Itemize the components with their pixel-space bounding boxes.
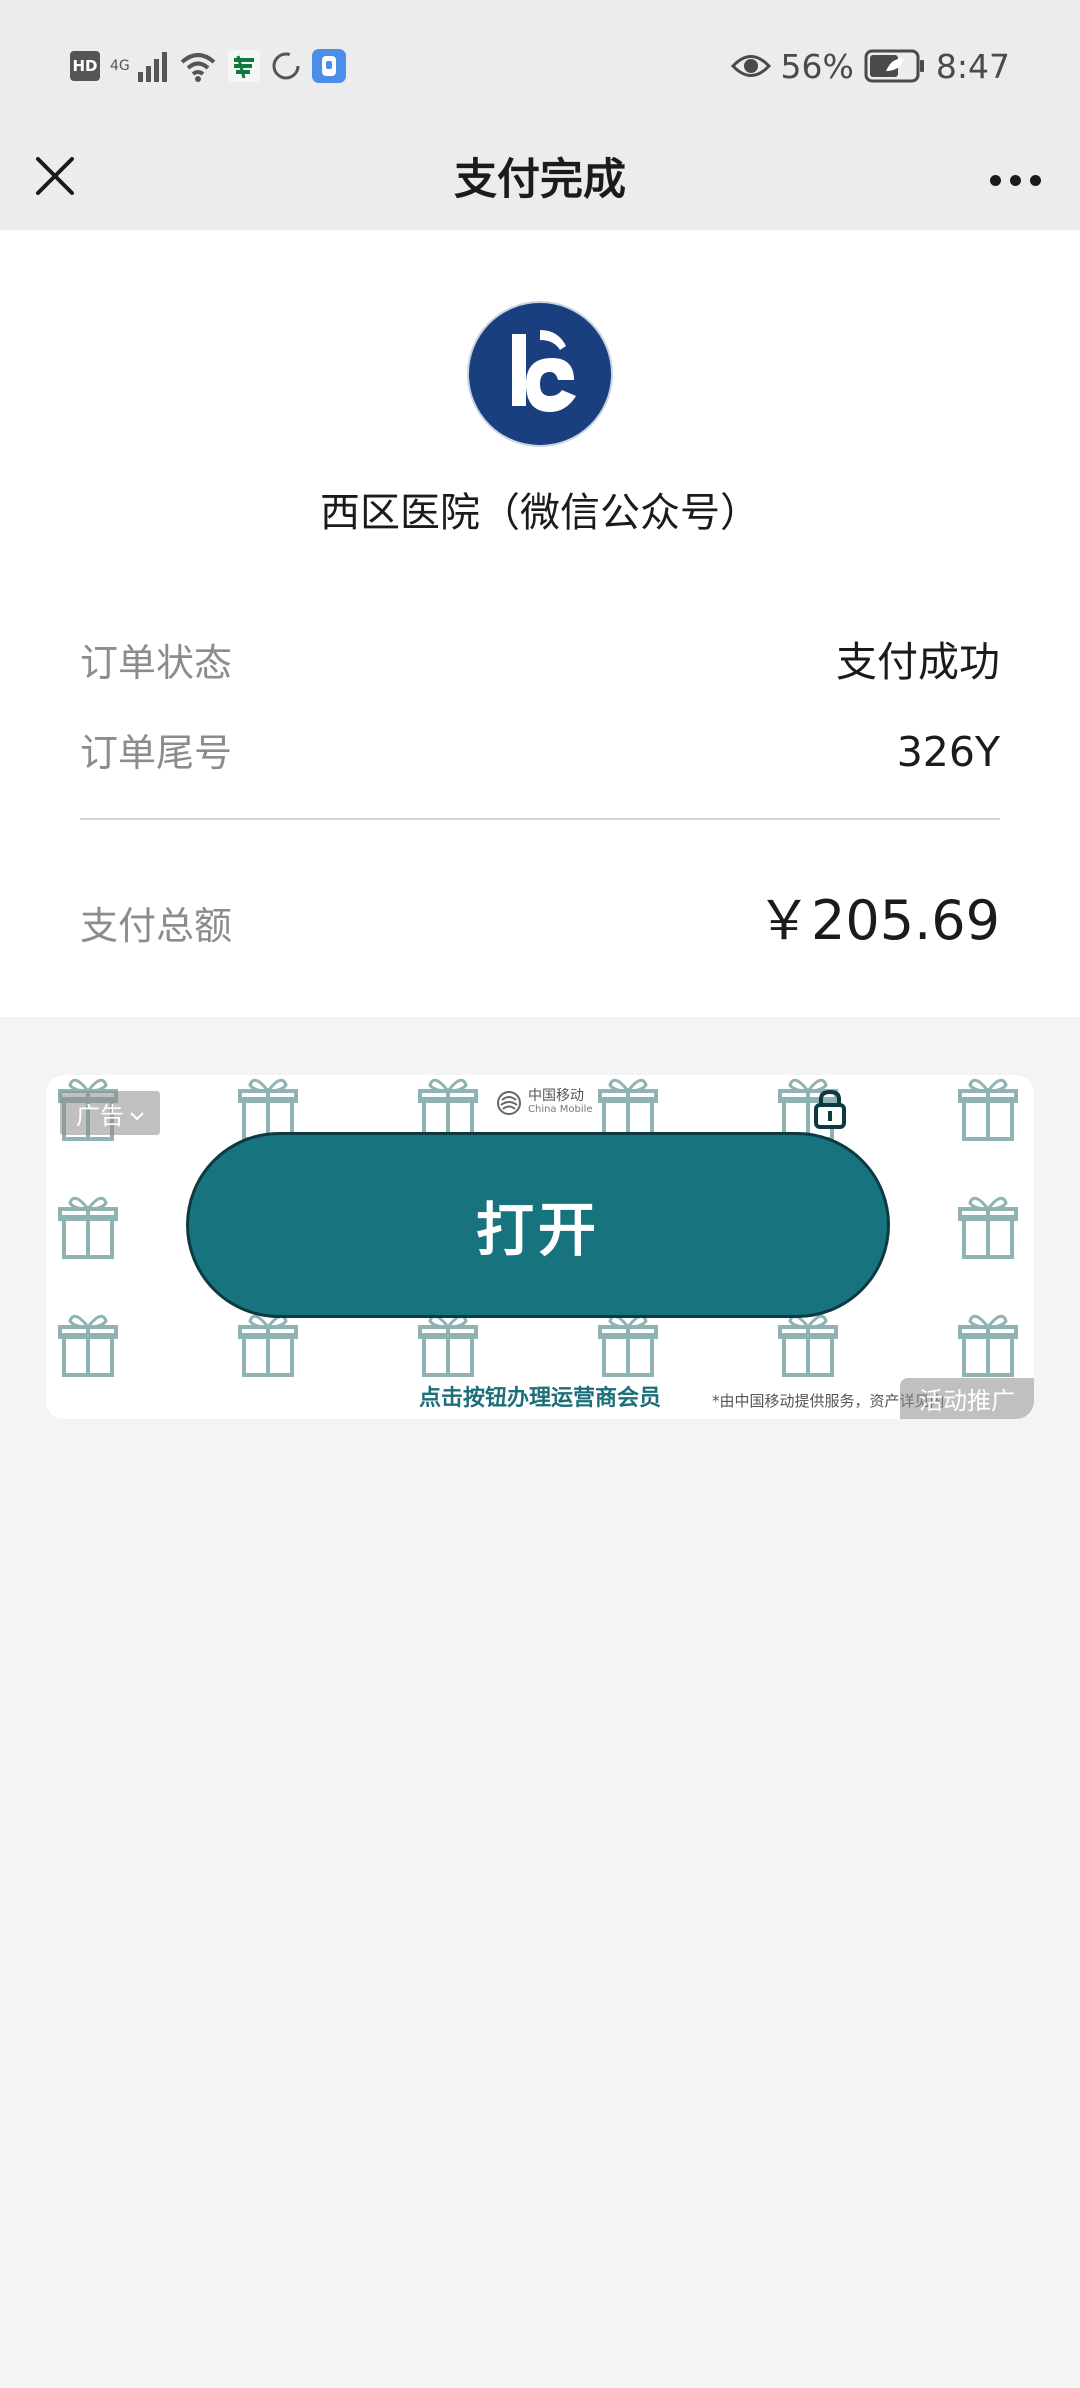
more-dot — [1029, 174, 1041, 186]
total-amount-label: 支付总额 — [80, 904, 233, 948]
merchant-logo — [466, 300, 614, 448]
clock: 8:47 — [935, 46, 1010, 86]
ad-tag[interactable]: 广告 — [60, 1091, 160, 1135]
battery-icon — [864, 49, 926, 83]
more-dot — [989, 174, 1001, 186]
payment-result-card: 西区医院（微信公众号） 订单状态 支付成功 订单尾号 326Y 支付总额 ￥20… — [0, 230, 1080, 1017]
wifi-icon — [178, 50, 218, 82]
order-status-row: 订单状态 支付成功 — [80, 628, 1000, 688]
lock-icon — [812, 1089, 848, 1133]
more-dot — [1009, 174, 1021, 186]
title-bar: 支付完成 — [0, 130, 1080, 230]
chevron-down-icon — [130, 1099, 144, 1127]
battery-percent: 56% — [780, 46, 854, 86]
china-mobile-icon — [497, 1091, 521, 1115]
order-status-value: 支付成功 — [836, 638, 1000, 686]
ad-tag-label: 广告 — [76, 1101, 124, 1130]
loading-icon — [270, 50, 302, 82]
open-button[interactable]: 打开 — [186, 1132, 890, 1318]
page-title: 支付完成 — [454, 155, 626, 205]
total-amount-value: ￥205.69 — [757, 889, 1000, 952]
total-amount-row: 支付总额 ￥205.69 — [80, 870, 1000, 955]
brand-name-cn: 中国移动 — [528, 1088, 584, 1104]
order-status-label: 订单状态 — [80, 641, 233, 685]
app-notification-icon — [312, 49, 346, 83]
china-mobile-logo: 中国移动 China Mobile — [496, 1089, 593, 1117]
brand-name-en: China Mobile — [528, 1104, 593, 1115]
hd-badge: HD — [70, 51, 100, 81]
post-app-icon — [228, 50, 260, 82]
merchant-name: 西区医院（微信公众号） — [320, 490, 760, 536]
divider — [80, 818, 1000, 820]
signal-icon — [138, 50, 168, 82]
more-button[interactable] — [980, 147, 1050, 213]
order-number-label: 订单尾号 — [80, 731, 233, 775]
ad-banner[interactable]: 中国移动 China Mobile 广告 打开 点击按钮办理运营商会员 *由中国… — [46, 1075, 1034, 1419]
status-bar-right: 56% 8:47 — [730, 44, 1010, 88]
network-type: 4G — [110, 58, 130, 74]
promo-tag: 活动推广 — [900, 1378, 1034, 1419]
order-number-value: 326Y — [896, 728, 1000, 776]
order-number-row: 订单尾号 326Y — [80, 722, 1000, 777]
eye-icon — [730, 51, 771, 81]
status-bar-left: HD 4G — [70, 44, 346, 88]
status-bar: HD 4G 56% 8:47 — [0, 0, 1080, 130]
